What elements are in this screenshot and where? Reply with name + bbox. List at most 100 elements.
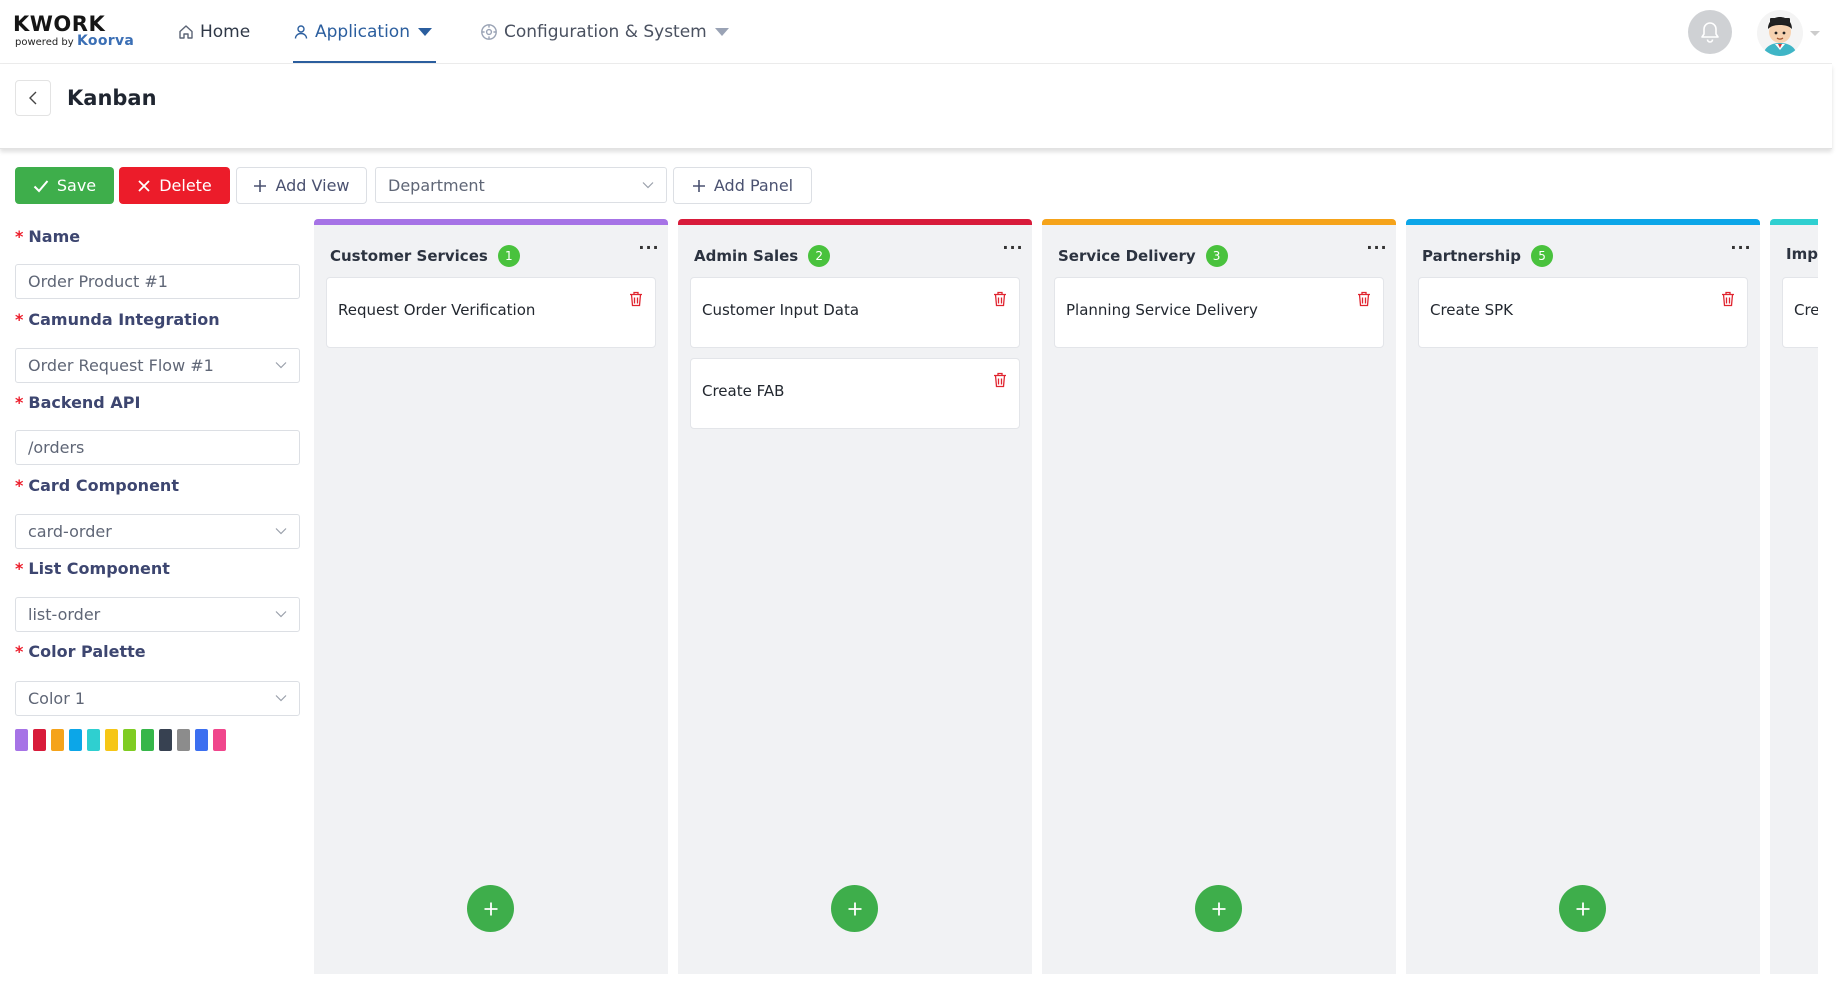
chevron-down-icon xyxy=(642,182,654,189)
nav-home[interactable]: Home xyxy=(178,0,250,64)
nav-configuration[interactable]: Configuration & System xyxy=(480,0,729,64)
plus-icon xyxy=(848,902,861,915)
save-button[interactable]: Save xyxy=(15,167,114,204)
notification-button[interactable] xyxy=(1688,10,1732,54)
list-component-label: * List Component xyxy=(15,559,170,578)
more-options-icon[interactable]: ··· xyxy=(1728,240,1754,261)
card-title: Planning Service Delivery xyxy=(1066,301,1258,319)
gear-icon xyxy=(481,24,497,40)
home-icon xyxy=(179,25,193,39)
active-tab-indicator xyxy=(293,61,436,63)
card-component-value: card-order xyxy=(28,522,112,541)
column-count-badge: 2 xyxy=(808,245,831,267)
color-swatch[interactable] xyxy=(87,729,100,751)
nav-application[interactable]: Application xyxy=(293,0,436,64)
color-swatch[interactable] xyxy=(177,729,190,751)
color-swatch[interactable] xyxy=(15,729,28,751)
trash-icon[interactable] xyxy=(1721,291,1735,311)
color-swatch[interactable] xyxy=(159,729,172,751)
card-title: Create FAB xyxy=(702,382,785,400)
trash-icon[interactable] xyxy=(993,291,1007,311)
column-header: Admin Sales 2 xyxy=(694,245,831,267)
column-header: Service Delivery 3 xyxy=(1058,245,1228,267)
kanban-card[interactable]: Cre xyxy=(1782,277,1818,348)
more-options-icon[interactable]: ··· xyxy=(636,240,662,261)
add-view-label: Add View xyxy=(275,176,350,195)
color-swatch[interactable] xyxy=(213,729,226,751)
backend-api-label: * Backend API xyxy=(15,393,140,412)
plus-icon xyxy=(1212,902,1225,915)
page-header: Kanban xyxy=(0,64,1832,149)
required-marker: * xyxy=(15,642,24,661)
chevron-down-icon xyxy=(275,611,287,618)
top-nav: KWORK powered by Koorva Home Application… xyxy=(0,0,1832,64)
trash-icon[interactable] xyxy=(629,291,643,311)
list-component-select[interactable]: list-order xyxy=(15,597,300,632)
color-swatch[interactable] xyxy=(51,729,64,751)
plus-icon xyxy=(692,179,705,192)
color-swatch[interactable] xyxy=(123,729,136,751)
backend-api-field[interactable]: /orders xyxy=(15,430,300,465)
card-component-label: * Card Component xyxy=(15,476,179,495)
department-select-value: Department xyxy=(388,175,485,195)
kanban-card[interactable]: Create FAB xyxy=(690,358,1020,429)
color-swatch[interactable] xyxy=(141,729,154,751)
kanban-column: Admin Sales 2 ··· Customer Input Data Create… xyxy=(678,219,1032,974)
add-card-button[interactable] xyxy=(1559,885,1606,932)
required-marker: * xyxy=(15,559,24,578)
add-card-button[interactable] xyxy=(467,885,514,932)
color-palette-select[interactable]: Color 1 xyxy=(15,681,300,716)
add-view-button[interactable]: Add View xyxy=(236,167,367,204)
color-swatch[interactable] xyxy=(33,729,46,751)
color-swatch[interactable] xyxy=(105,729,118,751)
kanban-card[interactable]: Request Order Verification xyxy=(326,277,656,348)
chevron-down-icon xyxy=(275,695,287,702)
chevron-down-icon xyxy=(275,362,287,369)
back-button[interactable] xyxy=(15,80,51,116)
avatar-dropdown-icon[interactable] xyxy=(1810,31,1820,36)
kanban-card[interactable]: Planning Service Delivery xyxy=(1054,277,1384,348)
add-card-button[interactable] xyxy=(831,885,878,932)
user-icon xyxy=(294,25,308,39)
column-title: Impl xyxy=(1786,245,1818,263)
add-panel-button[interactable]: Add Panel xyxy=(673,167,812,204)
color-swatch[interactable] xyxy=(195,729,208,751)
name-label-text: Name xyxy=(28,227,81,246)
trash-icon[interactable] xyxy=(993,372,1007,392)
nav-configuration-label: Configuration & System xyxy=(504,22,707,42)
nav-home-label: Home xyxy=(200,22,251,42)
card-title: Create SPK xyxy=(1430,301,1514,319)
card-title: Customer Input Data xyxy=(702,301,860,319)
more-options-icon[interactable]: ··· xyxy=(1000,240,1026,261)
card-title: Cre xyxy=(1794,301,1818,319)
column-count-badge: 5 xyxy=(1531,245,1554,267)
card-component-select[interactable]: card-order xyxy=(15,514,300,549)
add-card-button[interactable] xyxy=(1195,885,1242,932)
check-icon xyxy=(33,179,49,192)
card-component-label-text: Card Component xyxy=(28,476,179,495)
column-header: Impl xyxy=(1786,245,1818,263)
chevron-down-icon xyxy=(418,28,432,36)
department-select[interactable]: Department xyxy=(375,167,667,203)
column-title: Service Delivery xyxy=(1058,247,1196,265)
color-palette-value: Color 1 xyxy=(28,689,86,708)
required-marker: * xyxy=(15,476,24,495)
delete-button[interactable]: Delete xyxy=(119,167,230,204)
color-swatch[interactable] xyxy=(69,729,82,751)
kanban-card[interactable]: Create SPK xyxy=(1418,277,1748,348)
logo-brand: Koorva xyxy=(77,33,135,49)
logo[interactable]: KWORK powered by Koorva xyxy=(13,12,143,52)
close-icon xyxy=(138,179,150,192)
more-options-icon[interactable]: ··· xyxy=(1364,240,1390,261)
avatar-image xyxy=(1757,10,1803,56)
plus-icon xyxy=(254,179,267,192)
kanban-card[interactable]: Customer Input Data xyxy=(690,277,1020,348)
color-palette-label: * Color Palette xyxy=(15,642,146,661)
trash-icon[interactable] xyxy=(1357,291,1371,311)
list-component-label-text: List Component xyxy=(28,559,170,578)
avatar[interactable] xyxy=(1757,10,1803,56)
name-field[interactable]: Order Product #1 xyxy=(15,264,300,299)
camunda-select[interactable]: Order Request Flow #1 xyxy=(15,348,300,383)
chevron-down-icon xyxy=(714,28,729,36)
color-palette-swatches xyxy=(15,729,231,751)
